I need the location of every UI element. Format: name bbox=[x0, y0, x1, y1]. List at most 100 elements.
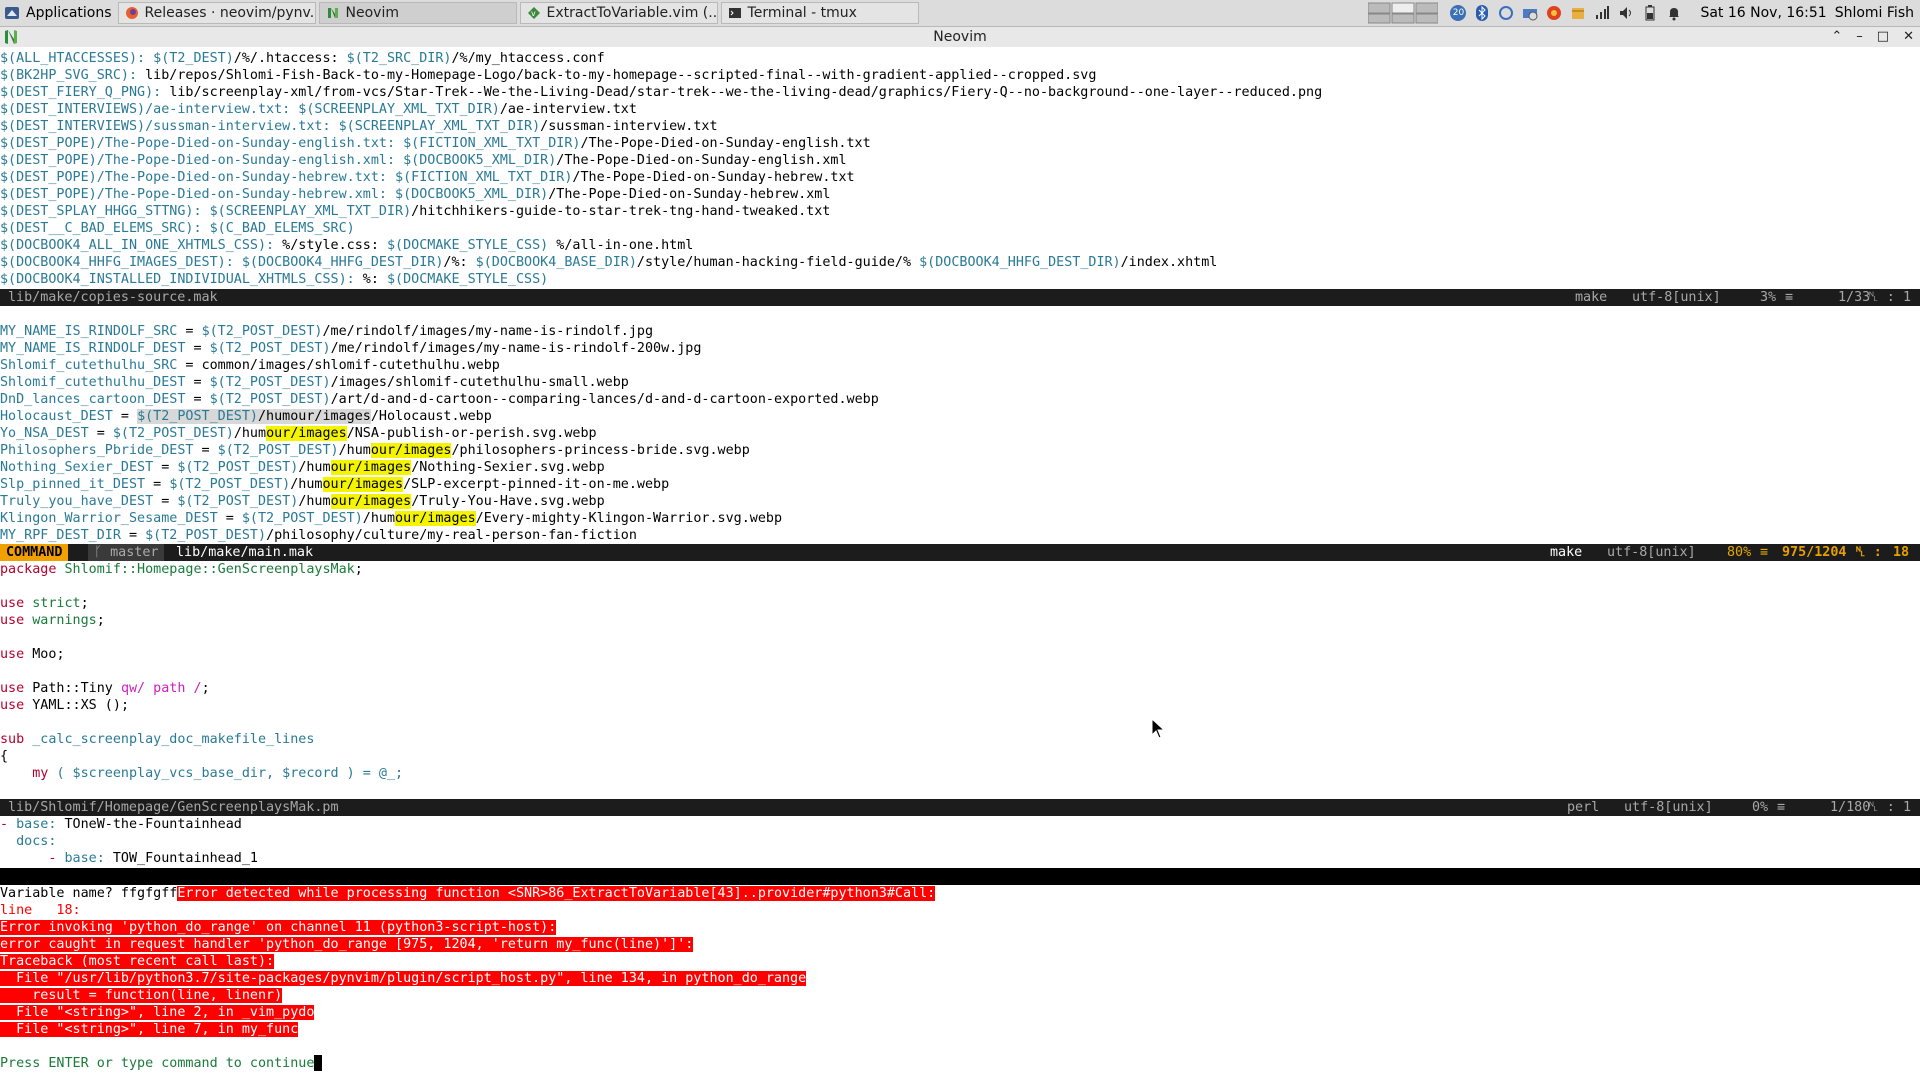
status-column-icon: ␤ : bbox=[1855, 545, 1882, 560]
lifesaver-icon[interactable] bbox=[1546, 5, 1562, 21]
code-line: docs: bbox=[16, 834, 57, 849]
status-filename: lib/make/copies-source.mak bbox=[8, 290, 218, 305]
system-tray: 20 Sat 16 Nov, 16:51 Shlomi Fish bbox=[1368, 0, 1920, 26]
press-enter-prompt[interactable]: Press ENTER or type command to continue bbox=[0, 1055, 323, 1072]
text-cursor bbox=[314, 1055, 323, 1071]
status-filename: lib/make/main.mak bbox=[176, 545, 314, 560]
user-menu[interactable]: Shlomi Fish bbox=[1835, 5, 1914, 21]
code-line: Nothing_Sexier_DEST = $(T2_POST_DEST)/hu… bbox=[0, 460, 605, 475]
signal-icon[interactable] bbox=[1594, 5, 1610, 21]
search-match: our/images bbox=[395, 511, 476, 526]
code-line: my ( $screenplay_vcs_base_dir, $record )… bbox=[32, 766, 404, 781]
status-filename: lib/Shlomif/Homepage/GenScreenplaysMak.p… bbox=[8, 800, 339, 815]
code-line: Shlomif_cutethulhu_DEST = $(T2_POST_DEST… bbox=[0, 375, 629, 390]
updates-badge-icon[interactable]: 20 bbox=[1450, 5, 1467, 21]
code-line: $(DEST_POPE)/The-Pope-Died-on-Sunday-eng… bbox=[0, 136, 871, 151]
mouse-pointer-icon bbox=[1151, 718, 1166, 739]
battery-icon[interactable] bbox=[1642, 5, 1658, 21]
tab-label: Terminal - tmux bbox=[747, 5, 857, 21]
notification-bell-icon[interactable] bbox=[1666, 5, 1682, 21]
code-line: $(DEST_POPE)/The-Pope-Died-on-Sunday-eng… bbox=[0, 153, 847, 168]
bluetooth-icon[interactable] bbox=[1474, 5, 1490, 21]
status-percent-icon: ≡ bbox=[1777, 800, 1786, 815]
firefox-icon bbox=[125, 7, 138, 19]
neovim-logo-icon bbox=[5, 30, 17, 44]
code-line: $(DOCBOOK4_INSTALLED_INDIVIDUAL_XHTMLS_C… bbox=[0, 272, 549, 287]
vim-icon: v bbox=[527, 7, 540, 19]
window-title: Neovim bbox=[933, 29, 987, 45]
code-line: use warnings; bbox=[0, 613, 105, 628]
code-line: $(DEST_INTERVIEWS)/sussman-interview.txt… bbox=[0, 119, 718, 134]
clock[interactable]: Sat 16 Nov, 16:51 bbox=[1700, 5, 1826, 21]
code-line: Slp_pinned_it_DEST = $(T2_POST_DEST)/hum… bbox=[0, 477, 670, 492]
code-line: - base: TOneW-the-Fountainhead bbox=[0, 817, 242, 832]
taskbar-tab-terminal[interactable]: Terminal - tmux bbox=[720, 2, 919, 24]
status-column: 1 bbox=[1903, 800, 1912, 815]
search-match: our/images bbox=[370, 443, 452, 458]
code-line: $(DEST_FIERY_Q_PNG): lib/screenplay-xml/… bbox=[0, 85, 1323, 100]
code-line: Holocaust_DEST = $(T2_POST_DEST)/humour/… bbox=[0, 409, 492, 424]
terminal-icon bbox=[728, 8, 741, 18]
code-line: { bbox=[0, 749, 9, 764]
status-column-icon: ␤ : bbox=[1868, 800, 1895, 815]
code-line: Klingon_Warrior_Sesame_DEST = $(T2_POST_… bbox=[0, 511, 783, 526]
code-line: sub _calc_screenplay_doc_makefile_lines bbox=[0, 732, 315, 747]
status-percent: 0% bbox=[1752, 800, 1769, 815]
code-line: $(DOCBOOK4_ALL_IN_ONE_XHTMLS_CSS): %/sty… bbox=[0, 238, 694, 253]
tab-label: Neovim bbox=[345, 5, 399, 21]
traceback-header: Traceback (most recent call last): bbox=[0, 954, 275, 969]
status-filetype: perl bbox=[1567, 800, 1600, 815]
status-filetype: make bbox=[1575, 290, 1608, 305]
code-line: Yo_NSA_DEST = $(T2_POST_DEST)/humour/ima… bbox=[0, 426, 597, 441]
code-line: - base: TOW_Fountainhead_1 bbox=[48, 851, 258, 866]
traceback-line: result = function(line, linenr) bbox=[0, 988, 283, 1003]
status-percent-icon: ≡ bbox=[1785, 290, 1794, 305]
taskbar-tab-neovim[interactable]: Neovim bbox=[318, 2, 517, 24]
status-percent: 3% bbox=[1760, 290, 1777, 305]
package-icon[interactable] bbox=[1570, 5, 1586, 21]
status-column: 1 bbox=[1903, 290, 1912, 305]
code-line: $(DEST_POPE)/The-Pope-Died-on-Sunday-heb… bbox=[0, 170, 855, 185]
status-encoding: utf-8[unix] bbox=[1607, 545, 1696, 560]
git-branch: ᚴ master bbox=[88, 544, 165, 561]
branch-icon: ᚴ bbox=[94, 545, 111, 560]
taskbar-tab-gvim[interactable]: v ExtractToVariable.vim (... bbox=[519, 2, 718, 24]
volume-icon[interactable] bbox=[1618, 5, 1634, 21]
maximize-icon[interactable]: □ bbox=[1877, 27, 1889, 47]
error-message: Error invoking 'python_do_range' on chan… bbox=[0, 920, 557, 935]
taskbar-tab-browser[interactable]: Releases · neovim/pynv... bbox=[117, 2, 316, 24]
status-position: 1/33 bbox=[1838, 290, 1871, 305]
sync-icon[interactable] bbox=[1498, 5, 1514, 21]
code-line: $(ALL_HTACCESSES): $(T2_DEST)/%/.htacces… bbox=[0, 51, 605, 66]
code-line: Philosophers_Pbride_DEST = $(T2_POST_DES… bbox=[0, 443, 750, 458]
error-line-number: line 18: bbox=[0, 903, 81, 918]
svg-text:v: v bbox=[531, 9, 536, 18]
chevron-up-icon[interactable]: ⌃ bbox=[1831, 27, 1842, 47]
code-line: $(DEST_SPLAY_HHGG_STTNG): $(SCREENPLAY_X… bbox=[0, 204, 831, 219]
status-filetype: make bbox=[1550, 545, 1583, 560]
code-line: use YAML::XS (); bbox=[0, 698, 129, 713]
tab-label: Releases · neovim/pynv... bbox=[144, 5, 316, 21]
code-line: DnD_lances_cartoon_DEST = $(T2_POST_DEST… bbox=[0, 392, 879, 407]
code-line: MY_RPF_DEST_DIR = $(T2_POST_DEST)/philos… bbox=[0, 528, 637, 543]
status-column-icon: ␤ : bbox=[1868, 290, 1895, 305]
code-line: Shlomif_cutethulhu_SRC = common/images/s… bbox=[0, 358, 500, 373]
status-encoding: utf-8[unix] bbox=[1624, 800, 1713, 815]
tab-label: ExtractToVariable.vim (... bbox=[546, 5, 718, 21]
code-line: $(BK2HP_SVG_SRC): lib/repos/Shlomi-Fish-… bbox=[0, 68, 1097, 83]
status-percent: 80% bbox=[1727, 545, 1752, 560]
close-icon[interactable]: ✕ bbox=[1903, 27, 1914, 47]
applications-menu[interactable]: Applications bbox=[0, 0, 118, 26]
code-line: use Moo; bbox=[0, 647, 65, 662]
window-titlebar[interactable]: Neovim ⌃ – □ ✕ bbox=[0, 27, 1920, 47]
network-icon[interactable] bbox=[1522, 5, 1538, 21]
code-line: $(DEST_INTERVIEWS)/ae-interview.txt: $(S… bbox=[0, 102, 637, 117]
code-line: package Shlomif::Homepage::GenScreenplay… bbox=[0, 562, 363, 577]
code-line: $(DEST__C_BAD_ELEMS_SRC): $(C_BAD_ELEMS_… bbox=[0, 221, 355, 236]
minimize-icon[interactable]: – bbox=[1856, 27, 1863, 47]
error-message: error caught in request handler 'python_… bbox=[0, 937, 694, 952]
traceback-line: File "/usr/lib/python3.7/site-packages/p… bbox=[0, 971, 807, 986]
workspace-switcher[interactable] bbox=[1368, 2, 1439, 24]
code-line: MY_NAME_IS_RINDOLF_SRC = $(T2_POST_DEST)… bbox=[0, 324, 654, 339]
status-percent-icon: ≡ bbox=[1760, 545, 1769, 560]
